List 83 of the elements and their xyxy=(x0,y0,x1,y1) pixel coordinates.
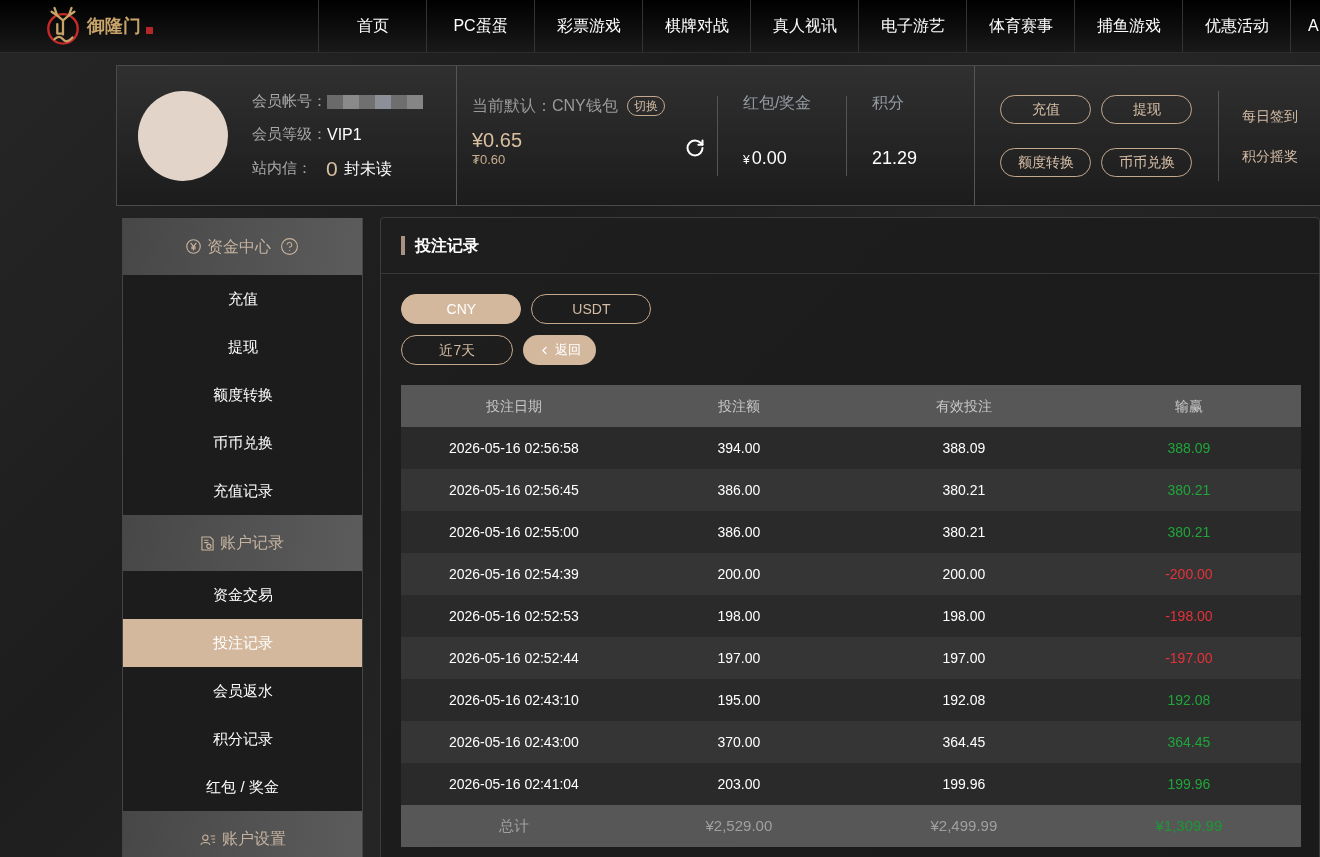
column-header: 有效投注 xyxy=(934,396,993,416)
table-cell-text: 380.21 xyxy=(1166,522,1212,542)
title-accent-bar xyxy=(401,236,406,255)
table-cell-text: -198.00 xyxy=(1164,606,1214,626)
table-cell-text: 2026-05-16 02:52:53 xyxy=(447,606,580,626)
seal-icon xyxy=(146,26,153,34)
section-title: 资金中心 xyxy=(207,236,272,257)
table-cell-text: 197.00 xyxy=(941,648,987,668)
nav-item[interactable]: 捕鱼游戏 xyxy=(1074,0,1182,52)
table-cell-text: 198.00 xyxy=(716,606,762,626)
panel-title: 投注记录 xyxy=(415,235,480,256)
table-cell-text: 364.45 xyxy=(941,732,987,752)
section-title: 账户记录 xyxy=(220,533,285,553)
nav-item[interactable]: 电子游艺 xyxy=(858,0,966,52)
currency-symbol: ¥ xyxy=(743,151,750,169)
table-cell-text: 386.00 xyxy=(716,480,762,500)
stat-label: 积分 xyxy=(872,92,904,113)
nav-item[interactable]: A xyxy=(1290,0,1320,52)
table-cell-text: 380.21 xyxy=(941,522,987,542)
section-title: 账户设置 xyxy=(221,829,286,849)
quick-link[interactable]: 每日签到 xyxy=(1242,104,1298,127)
table-cell-text: 197.00 xyxy=(716,648,762,668)
column-header: 投注日期 xyxy=(484,396,543,416)
table-cell-text: 386.00 xyxy=(716,522,762,542)
member-level: VIP1 xyxy=(327,124,362,145)
table-cell-text: 2026-05-16 02:56:58 xyxy=(447,438,580,458)
column-header: 投注额 xyxy=(716,396,761,416)
nav-item[interactable]: 首页 xyxy=(318,0,426,52)
nav-item[interactable]: 棋牌对战 xyxy=(642,0,750,52)
table-cell-text: ¥2,499.99 xyxy=(929,815,999,836)
nav-item[interactable]: 优惠活动 xyxy=(1182,0,1290,52)
table-cell-text: ¥2,529.00 xyxy=(704,815,774,836)
table-cell-text: -197.00 xyxy=(1164,648,1214,668)
level-label: 会员等级： xyxy=(252,124,327,145)
nav-item[interactable]: 彩票游戏 xyxy=(534,0,642,52)
refresh-icon[interactable] xyxy=(685,138,705,158)
cny-balance: ¥0.65 xyxy=(472,128,523,152)
unread-text: 封未读 xyxy=(343,158,392,179)
table-cell-text: -200.00 xyxy=(1164,564,1214,584)
nav-item[interactable]: PC蛋蛋 xyxy=(426,0,534,52)
stat-value: 21.29 xyxy=(872,146,918,169)
account-label: 会员帐号： xyxy=(252,91,327,112)
column-header: 输赢 xyxy=(1173,396,1204,416)
table-cell-text: 199.96 xyxy=(941,774,987,794)
inbox-label: 站内信： xyxy=(252,158,312,179)
table-cell-text: 2026-05-16 02:54:39 xyxy=(447,564,580,584)
unread-count: 0 xyxy=(326,158,338,179)
table-cell-text: 380.21 xyxy=(1166,480,1212,500)
nav-item[interactable]: 真人视讯 xyxy=(750,0,858,52)
table-cell-text: 2026-05-16 02:43:10 xyxy=(447,690,580,710)
table-cell-text: 198.00 xyxy=(941,606,987,626)
table-cell-text: 380.21 xyxy=(941,480,987,500)
person-card-icon xyxy=(199,832,216,846)
nav-item[interactable]: 体育赛事 xyxy=(966,0,1074,52)
table-cell-text: 364.45 xyxy=(1166,732,1212,752)
table-cell-text: 2026-05-16 02:52:44 xyxy=(447,648,580,668)
brand-name: 御隆门 xyxy=(87,17,141,35)
stat-label: 红包/奖金 xyxy=(743,92,812,113)
table-cell-text: 192.08 xyxy=(1166,690,1212,710)
table-cell-text: 195.00 xyxy=(716,690,762,710)
table-cell-text: 200.00 xyxy=(716,564,762,584)
table-cell-text: 192.08 xyxy=(941,690,987,710)
table-cell-text: 2026-05-16 02:56:45 xyxy=(447,480,580,500)
table-cell-text: 370.00 xyxy=(716,732,762,752)
table-cell-text: 199.96 xyxy=(1166,774,1212,794)
table-cell-text: 203.00 xyxy=(716,774,762,794)
table-cell-text: 388.09 xyxy=(941,438,987,458)
table-cell-text: ¥1,309.99 xyxy=(1154,815,1224,836)
table-cell-text: 2026-05-16 02:43:00 xyxy=(447,732,580,752)
stat-value: 0.00 xyxy=(751,146,787,169)
table-cell-text: 388.09 xyxy=(1166,438,1212,458)
help-icon[interactable] xyxy=(280,237,300,256)
usdt-balance: ₮0.60 xyxy=(472,152,506,168)
document-icon xyxy=(201,535,215,551)
table-cell-text: 2026-05-16 02:55:00 xyxy=(447,522,580,542)
table-cell-text: 200.00 xyxy=(941,564,987,584)
yen-circle-icon xyxy=(186,239,202,254)
table-cell-text: 394.00 xyxy=(716,438,762,458)
default-wallet-label: 当前默认：CNY钱包 xyxy=(472,96,618,116)
logo-icon xyxy=(44,6,82,46)
table-cell-text: 总计 xyxy=(497,815,530,836)
table-cell-text: 2026-05-16 02:41:04 xyxy=(447,774,580,794)
quick-link[interactable]: 积分摇奖 xyxy=(1242,144,1298,167)
